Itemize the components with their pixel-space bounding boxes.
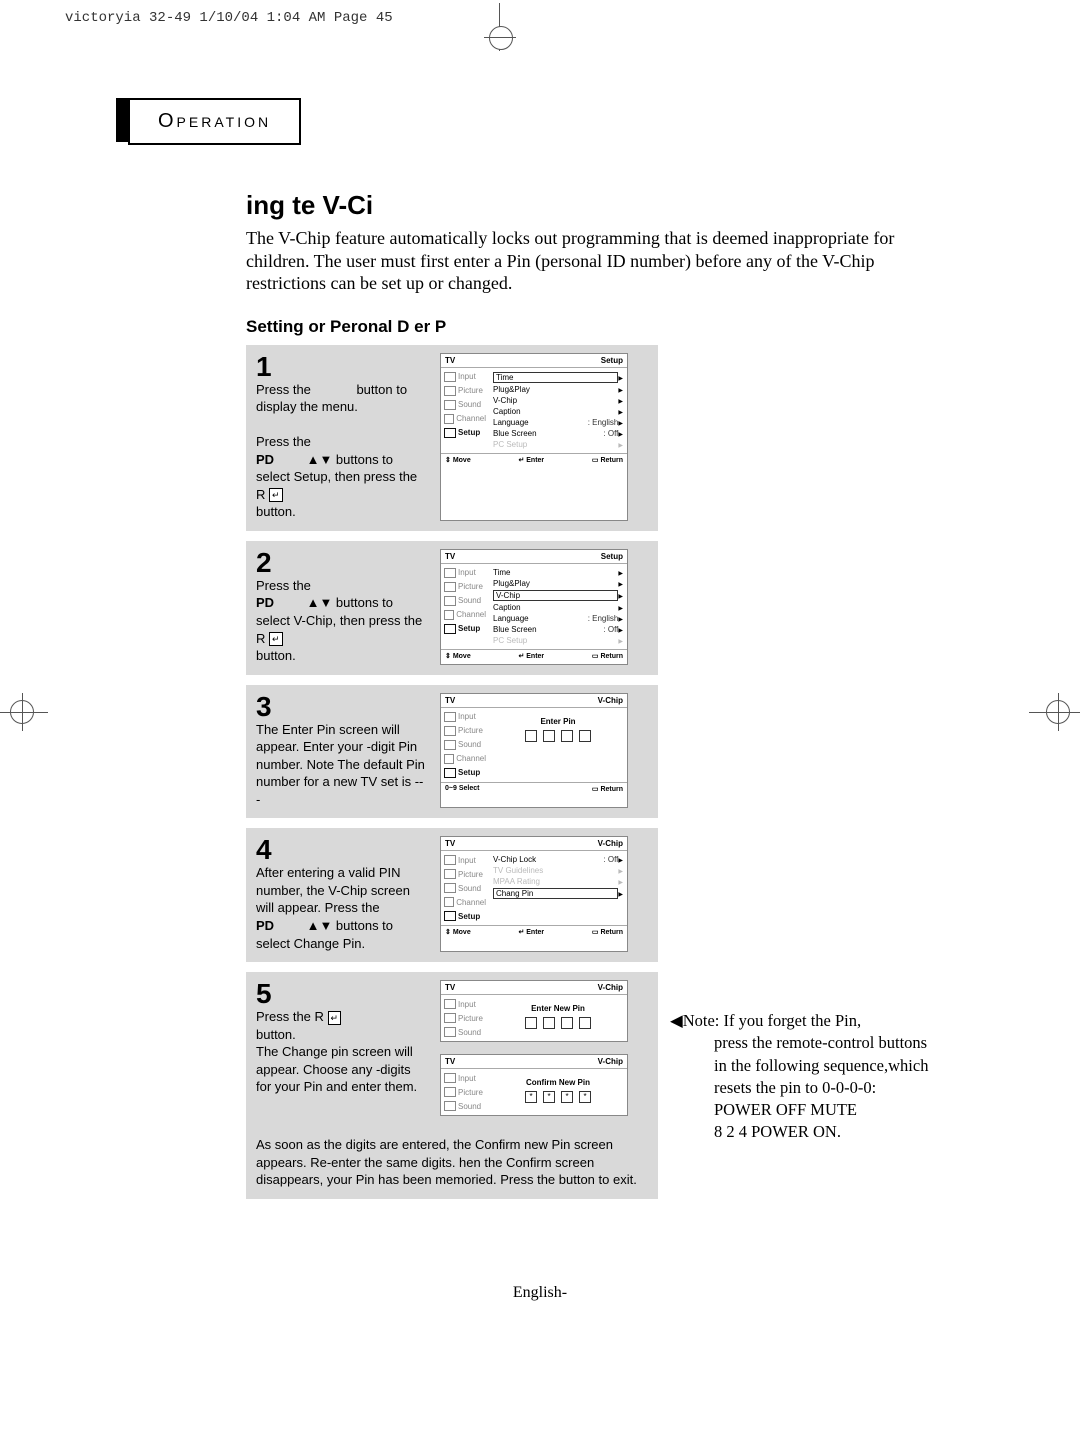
step-text: Press the PD ▲▼ buttons to select V-Chip… (256, 577, 426, 665)
triangle-left-icon (670, 1011, 683, 1030)
step-4: 4 After entering a valid PIN number, the… (246, 828, 658, 962)
tv-sidebar: Input Picture Sound Channel Setup (441, 368, 489, 453)
note-box: Note: If you forget the Pin, press the r… (670, 1010, 930, 1144)
crop-circle-icon (489, 26, 513, 50)
intro-text: The V-Chip feature automatically locks o… (246, 227, 946, 295)
tv-screen-enter-pin: TVV-Chip Input Picture Sound Channel Set… (440, 693, 628, 809)
crop-mark-left (10, 700, 34, 724)
page-title: ing te V-Ci (246, 190, 946, 221)
step-text: The Enter Pin screen will appear. Enter … (256, 721, 426, 809)
step-number: 3 (256, 693, 426, 721)
enter-icon: ↵ (269, 488, 283, 502)
step-after-text: As soon as the digits are entered, the C… (256, 1136, 648, 1189)
enter-icon: ↵ (269, 632, 283, 646)
tv-screen-enter-new-pin: TVV-Chip Input Picture Sound Enter New P… (440, 980, 628, 1042)
step-5: 5 Press the R ↵ button. The Change pin s… (246, 972, 658, 1199)
header-slug: victoryia 32-49 1/10/04 1:04 AM Page 45 (65, 10, 393, 26)
tv-menu: Time Plug&Play V-Chip Caption Language: … (489, 368, 627, 453)
enter-icon: ↵ (328, 1011, 342, 1025)
step-1: 1 Press the MENU button to display the m… (246, 345, 658, 531)
section-tab (116, 98, 128, 142)
step-number: 1 (256, 353, 426, 381)
crop-mark (484, 37, 516, 38)
step-3: 3 The Enter Pin screen will appear. Ente… (246, 685, 658, 819)
step-text: After entering a valid PIN number, the V… (256, 864, 426, 952)
section-label: Operation (128, 98, 301, 145)
tv-screen-setup: TVSetup Input Picture Sound Channel Setu… (440, 353, 628, 521)
step-text: Press the R ↵ button. The Change pin scr… (256, 1008, 426, 1096)
step-number: 2 (256, 549, 426, 577)
step-2: 2 Press the PD ▲▼ buttons to select V-Ch… (246, 541, 658, 675)
tv-screen-vchip-menu: TVV-Chip Input Picture Sound Channel Set… (440, 836, 628, 952)
tv-screen-confirm-new-pin: TVV-Chip Input Picture Sound Confirm New… (440, 1054, 628, 1116)
section-subhead: Setting or Peronal D er P (246, 317, 946, 337)
step-text: Press the MENU button to display the men… (256, 381, 426, 521)
step-number: 4 (256, 836, 426, 864)
tv-screen-setup-vchip: TVSetup Input Picture Sound Channel Setu… (440, 549, 628, 665)
crop-mark-right (1046, 700, 1070, 724)
step-number: 5 (256, 980, 426, 1008)
page-footer: English- (0, 1284, 1080, 1302)
